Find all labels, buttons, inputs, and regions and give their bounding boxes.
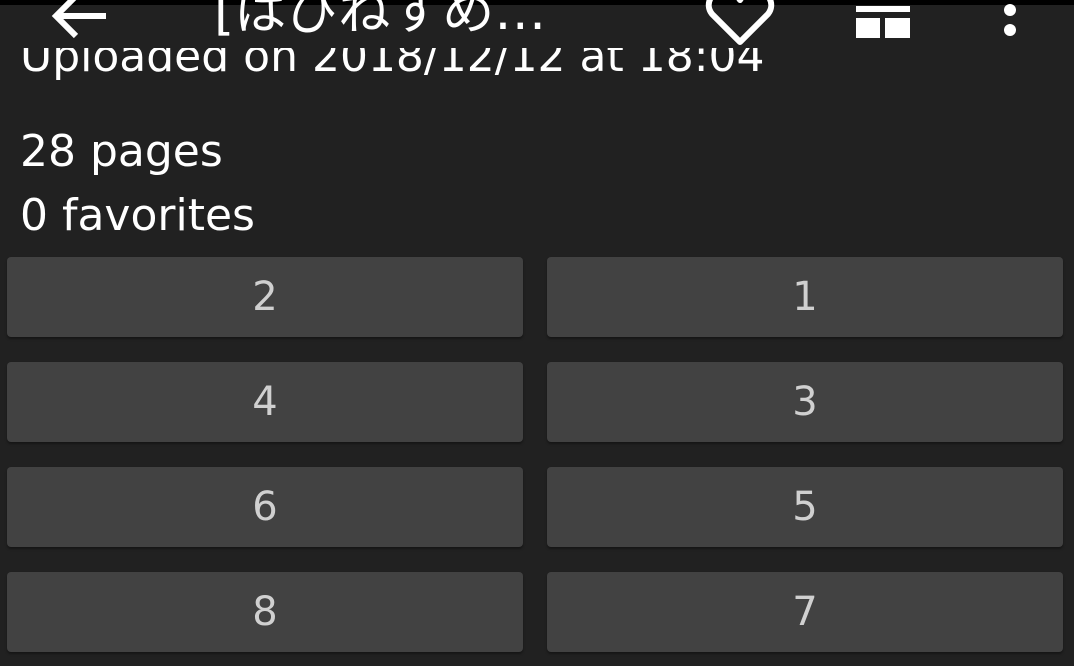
- arrow-left-icon: [51, 0, 106, 39]
- view-mode-button[interactable]: [852, 2, 914, 42]
- page-title: [はぴねすめ…: [214, 0, 547, 42]
- view-grid-icon: [856, 6, 910, 38]
- page-button[interactable]: 6: [7, 467, 523, 547]
- page-button[interactable]: 7: [547, 572, 1063, 652]
- favorite-button[interactable]: [700, 0, 780, 48]
- page-button-grid: 2 1 4 3 6 5 8 7: [7, 257, 1063, 652]
- upload-date: Uploaded on 2018/12/12 at 18:04: [20, 48, 765, 106]
- more-options-button[interactable]: [990, 0, 1030, 44]
- page-button[interactable]: 8: [7, 572, 523, 652]
- upload-date-text: Uploaded on 2018/12/12 at 18:04: [20, 48, 765, 82]
- page-button[interactable]: 4: [7, 362, 523, 442]
- top-app-bar: [はぴねすめ…: [0, 0, 1074, 48]
- page-button[interactable]: 5: [547, 467, 1063, 547]
- page-count: 28 pages: [20, 126, 223, 177]
- page-button[interactable]: 3: [547, 362, 1063, 442]
- more-vert-icon: [1004, 4, 1016, 36]
- favorite-count: 0 favorites: [20, 190, 255, 241]
- page-button[interactable]: 1: [547, 257, 1063, 337]
- back-button[interactable]: [44, 0, 116, 44]
- heart-outline-icon: [705, 0, 775, 45]
- page-button[interactable]: 2: [7, 257, 523, 337]
